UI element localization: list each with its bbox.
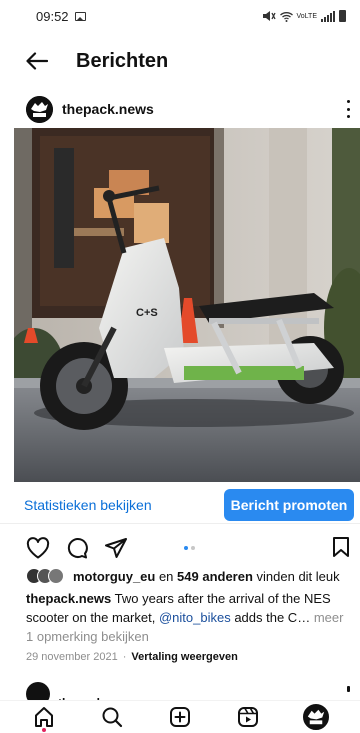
likes-connector: en bbox=[155, 568, 178, 584]
view-comments-link[interactable]: 1 opmerking bekijken bbox=[26, 629, 149, 644]
view-insights-link[interactable]: Statistieken bekijken bbox=[24, 497, 152, 513]
wifi-icon bbox=[279, 11, 293, 22]
comment-icon[interactable] bbox=[65, 536, 89, 560]
bottom-navigation bbox=[0, 700, 360, 733]
liker-avatars bbox=[26, 568, 64, 584]
avatar[interactable] bbox=[26, 95, 53, 123]
status-time: 09:52 bbox=[36, 8, 69, 24]
back-arrow-icon[interactable] bbox=[26, 51, 50, 71]
create-icon bbox=[170, 707, 190, 727]
next-post-more-icon[interactable] bbox=[347, 686, 350, 692]
post-caption: thepack.news Two years after the arrival… bbox=[26, 589, 350, 627]
nav-profile[interactable] bbox=[301, 702, 331, 732]
first-liker[interactable]: motorguy_eu bbox=[73, 569, 155, 584]
post-header: thepack.news bbox=[0, 94, 360, 124]
liker-avatar bbox=[48, 568, 64, 584]
share-icon[interactable] bbox=[104, 536, 128, 560]
see-translation-link[interactable]: Vertaling weergeven bbox=[131, 651, 237, 663]
nav-search[interactable] bbox=[97, 702, 127, 732]
reels-icon bbox=[238, 707, 258, 727]
mute-icon bbox=[262, 11, 276, 21]
scooter-label: C+S bbox=[136, 307, 158, 319]
pack-logo-icon bbox=[26, 95, 53, 123]
notification-dot bbox=[42, 728, 46, 732]
caption-more-link[interactable]: meer bbox=[310, 610, 344, 625]
post-date: 29 november 2021 bbox=[26, 651, 118, 663]
post-username[interactable]: thepack.news bbox=[62, 101, 154, 117]
more-icon[interactable] bbox=[346, 100, 350, 118]
likes-suffix: vinden dit leuk bbox=[252, 568, 340, 584]
promote-post-button[interactable]: Bericht promoten bbox=[224, 488, 354, 521]
profile-avatar-icon bbox=[303, 704, 329, 730]
post-actions bbox=[0, 534, 360, 562]
battery-icon bbox=[339, 10, 346, 22]
page-title: Berichten bbox=[76, 49, 169, 72]
carousel-dot-active bbox=[184, 546, 188, 550]
caption-mention[interactable]: @nito_bikes bbox=[159, 610, 231, 625]
signal-icon bbox=[321, 10, 335, 22]
nav-reels[interactable] bbox=[233, 702, 263, 732]
likes-count[interactable]: 549 anderen bbox=[177, 569, 253, 584]
carousel-dot bbox=[191, 546, 195, 550]
save-icon[interactable] bbox=[332, 536, 350, 563]
gallery-notification-icon bbox=[74, 11, 86, 21]
likes-summary[interactable]: motorguy_eu en 549 anderen vinden dit le… bbox=[26, 568, 340, 584]
home-icon bbox=[35, 707, 53, 727]
scooter-photo: C+S bbox=[14, 128, 360, 482]
nav-home[interactable] bbox=[29, 702, 59, 732]
page-header: Berichten bbox=[0, 40, 360, 82]
post-image[interactable]: C+S bbox=[14, 128, 360, 482]
promotion-row: Statistieken bekijken Bericht promoten bbox=[0, 486, 360, 524]
network-label: VoLTE bbox=[296, 12, 318, 20]
carousel-indicator bbox=[184, 546, 195, 550]
heart-icon[interactable] bbox=[26, 536, 50, 560]
meta-separator: · bbox=[122, 651, 127, 663]
status-bar: 09:52 VoLTE bbox=[0, 0, 360, 32]
search-icon bbox=[102, 707, 123, 728]
nav-create[interactable] bbox=[165, 702, 195, 732]
post-meta: 29 november 2021 · Vertaling weergeven bbox=[26, 651, 238, 663]
caption-author[interactable]: thepack.news bbox=[26, 591, 111, 606]
caption-text-after: adds the C… bbox=[230, 610, 311, 625]
